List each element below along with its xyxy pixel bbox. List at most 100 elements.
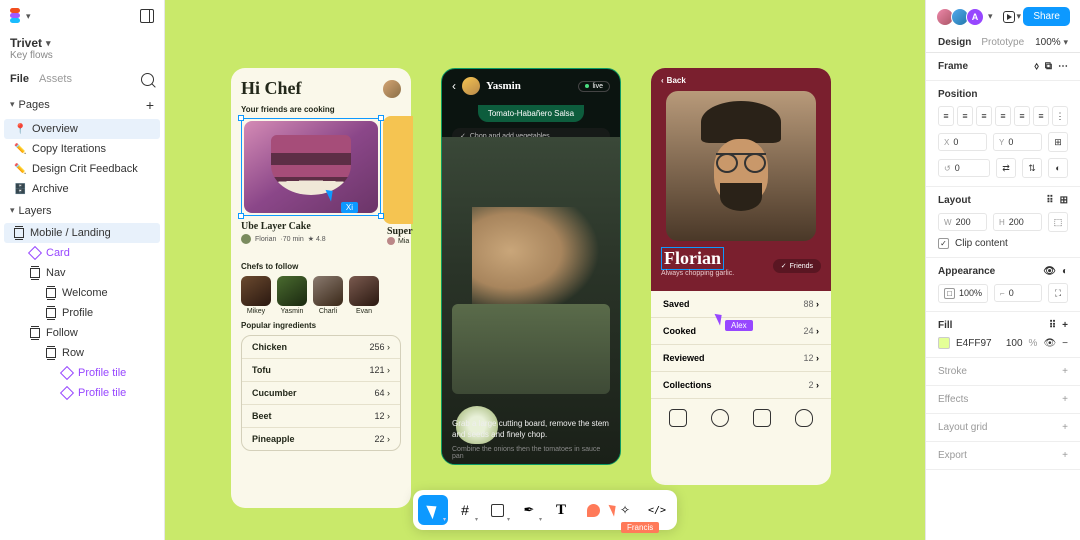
back-icon: ‹ bbox=[452, 79, 456, 93]
pen-tool[interactable]: ✒▾ bbox=[514, 495, 544, 525]
corner-input[interactable]: ⌐0 bbox=[994, 284, 1042, 302]
page-item[interactable]: ✏️Copy Iterations bbox=[4, 139, 160, 159]
page-item[interactable]: ✏️Design Crit Feedback bbox=[4, 159, 160, 179]
flip-v-icon[interactable]: ⇅ bbox=[1022, 158, 1042, 178]
layer-item[interactable]: Follow bbox=[4, 323, 160, 343]
x-input[interactable]: X0 bbox=[938, 133, 987, 151]
corner-detail-icon[interactable]: ⛶ bbox=[1048, 283, 1068, 303]
styles-icon[interactable]: ⠿ bbox=[1049, 320, 1056, 331]
chevron-down-icon[interactable]: ▾ bbox=[26, 11, 31, 22]
chevron-down-icon[interactable]: ▾ bbox=[46, 38, 51, 49]
caption: Grab a large cutting board, remove the s… bbox=[452, 419, 610, 440]
frame-tool[interactable]: #▾ bbox=[450, 495, 480, 525]
layer-item[interactable]: Nav bbox=[4, 263, 160, 283]
layers-label: Layers bbox=[19, 205, 52, 217]
align-left-icon[interactable]: ≡ bbox=[938, 106, 954, 126]
align-hcenter-icon[interactable]: ≡ bbox=[957, 106, 973, 126]
selected-card[interactable]: Xi bbox=[241, 118, 381, 216]
layer-item[interactable]: Card bbox=[4, 243, 160, 263]
tab-prototype[interactable]: Prototype bbox=[981, 37, 1024, 48]
distribute-icon[interactable]: ⋮ bbox=[1052, 106, 1068, 126]
add-fill-icon[interactable]: + bbox=[1062, 320, 1068, 331]
effects-section[interactable]: Effects+ bbox=[926, 386, 1080, 414]
figma-logo-icon[interactable] bbox=[10, 8, 22, 24]
eye-icon[interactable]: 👁 bbox=[1043, 266, 1056, 277]
layer-item[interactable]: Welcome bbox=[4, 283, 160, 303]
layer-item[interactable]: Mobile / Landing bbox=[4, 223, 160, 243]
present-button[interactable] bbox=[1003, 11, 1015, 23]
options-icon[interactable]: ⬨ bbox=[1034, 61, 1039, 72]
tab-file[interactable]: File bbox=[10, 73, 29, 85]
fill-hex[interactable]: E4FF97 bbox=[956, 338, 1000, 349]
stroke-section[interactable]: Stroke+ bbox=[926, 358, 1080, 386]
layer-item[interactable]: Row bbox=[4, 343, 160, 363]
frame-profile[interactable]: ‹Back Florian Always chopping garlic. ✓F… bbox=[651, 68, 831, 485]
more-icon[interactable]: ◐ bbox=[1048, 158, 1068, 178]
export-section[interactable]: Export+ bbox=[926, 442, 1080, 470]
layer-item[interactable]: Profile tile bbox=[4, 363, 160, 383]
width-input[interactable]: W200 bbox=[938, 213, 987, 231]
frame-mobile-landing[interactable]: Hi Chef Your friends are cooking Xi Ube … bbox=[231, 68, 411, 508]
align-right-icon[interactable]: ≡ bbox=[976, 106, 992, 126]
rotation-input[interactable]: ↺0 bbox=[938, 159, 990, 177]
fill-pct[interactable]: 100 bbox=[1006, 338, 1023, 349]
user-avatar-icon[interactable]: A bbox=[966, 8, 984, 26]
opacity-input[interactable]: □100% bbox=[938, 284, 988, 303]
search-icon[interactable] bbox=[141, 73, 154, 86]
resize-handle[interactable] bbox=[378, 213, 384, 219]
dev-mode-tool[interactable]: </> bbox=[642, 495, 672, 525]
frame-type[interactable]: Frame bbox=[938, 61, 968, 72]
zoom-level[interactable]: 100% ▾ bbox=[1035, 37, 1068, 48]
fill-swatch[interactable] bbox=[938, 337, 950, 349]
eye-icon[interactable]: 👁 bbox=[1043, 338, 1056, 349]
chevron-down-icon[interactable]: ▾ bbox=[1017, 11, 1022, 22]
chef-tile: Evan bbox=[349, 276, 379, 315]
copy-icon[interactable]: ⧉ bbox=[1045, 61, 1052, 72]
live-badge: live bbox=[578, 81, 610, 92]
layers-header[interactable]: ▾Layers bbox=[0, 199, 164, 223]
align-top-icon[interactable]: ≡ bbox=[995, 106, 1011, 126]
chevron-right-icon: › bbox=[816, 326, 819, 336]
resize-handle[interactable] bbox=[238, 115, 244, 121]
chevron-right-icon: › bbox=[387, 365, 390, 375]
project-header[interactable]: Trivet▾ Key flows bbox=[0, 32, 164, 67]
panel-toggle-icon[interactable] bbox=[140, 9, 154, 23]
chevron-down-icon[interactable]: ▾ bbox=[988, 11, 993, 22]
frame-live-video[interactable]: ‹ Yasmin live Tomato-Habañero Salsa ✓Cho… bbox=[441, 68, 621, 465]
constraints-icon[interactable]: ⊞ bbox=[1048, 132, 1068, 152]
align-vcenter-icon[interactable]: ≡ bbox=[1014, 106, 1030, 126]
clip-checkbox[interactable]: ✓ bbox=[938, 238, 949, 249]
grid-icon[interactable]: ⊞ bbox=[1060, 195, 1068, 206]
align-bottom-icon[interactable]: ≡ bbox=[1033, 106, 1049, 126]
canvas[interactable]: Hi Chef Your friends are cooking Xi Ube … bbox=[165, 0, 925, 540]
comment-tool[interactable] bbox=[578, 495, 608, 525]
resize-handle[interactable] bbox=[238, 213, 244, 219]
link-dims-icon[interactable]: ⬚ bbox=[1048, 212, 1068, 232]
section-title: Position bbox=[938, 89, 1068, 100]
share-button[interactable]: Share bbox=[1023, 7, 1070, 26]
more-icon[interactable]: ⋯ bbox=[1058, 61, 1068, 72]
autolayout-icon[interactable]: ⠿ bbox=[1046, 195, 1053, 206]
move-tool[interactable]: ▾ bbox=[418, 495, 448, 525]
pages-list: 📍Overview ✏️Copy Iterations ✏️Design Cri… bbox=[0, 119, 164, 199]
text-tool[interactable]: T bbox=[546, 495, 576, 525]
layout-grid-section[interactable]: Layout grid+ bbox=[926, 414, 1080, 442]
page-item[interactable]: 🗄️Archive bbox=[4, 179, 160, 199]
page-icon: 🗄️ bbox=[14, 184, 26, 195]
tab-design[interactable]: Design bbox=[938, 37, 971, 48]
pages-header[interactable]: ▾Pages + bbox=[0, 91, 164, 119]
layer-label: Card bbox=[46, 247, 70, 259]
flip-h-icon[interactable]: ⇄ bbox=[996, 158, 1016, 178]
tab-assets[interactable]: Assets bbox=[39, 73, 72, 85]
page-item-overview[interactable]: 📍Overview bbox=[4, 119, 160, 139]
add-page-icon[interactable]: + bbox=[146, 97, 154, 113]
friends-button: ✓Friends bbox=[773, 259, 821, 273]
y-input[interactable]: Y0 bbox=[993, 133, 1042, 151]
resize-handle[interactable] bbox=[378, 115, 384, 121]
blend-icon[interactable]: ◐ bbox=[1062, 266, 1068, 277]
layer-item[interactable]: Profile tile bbox=[4, 383, 160, 403]
height-input[interactable]: H200 bbox=[993, 213, 1042, 231]
layer-item[interactable]: Profile bbox=[4, 303, 160, 323]
shape-tool[interactable]: ▾ bbox=[482, 495, 512, 525]
remove-fill-icon[interactable]: − bbox=[1062, 338, 1068, 349]
